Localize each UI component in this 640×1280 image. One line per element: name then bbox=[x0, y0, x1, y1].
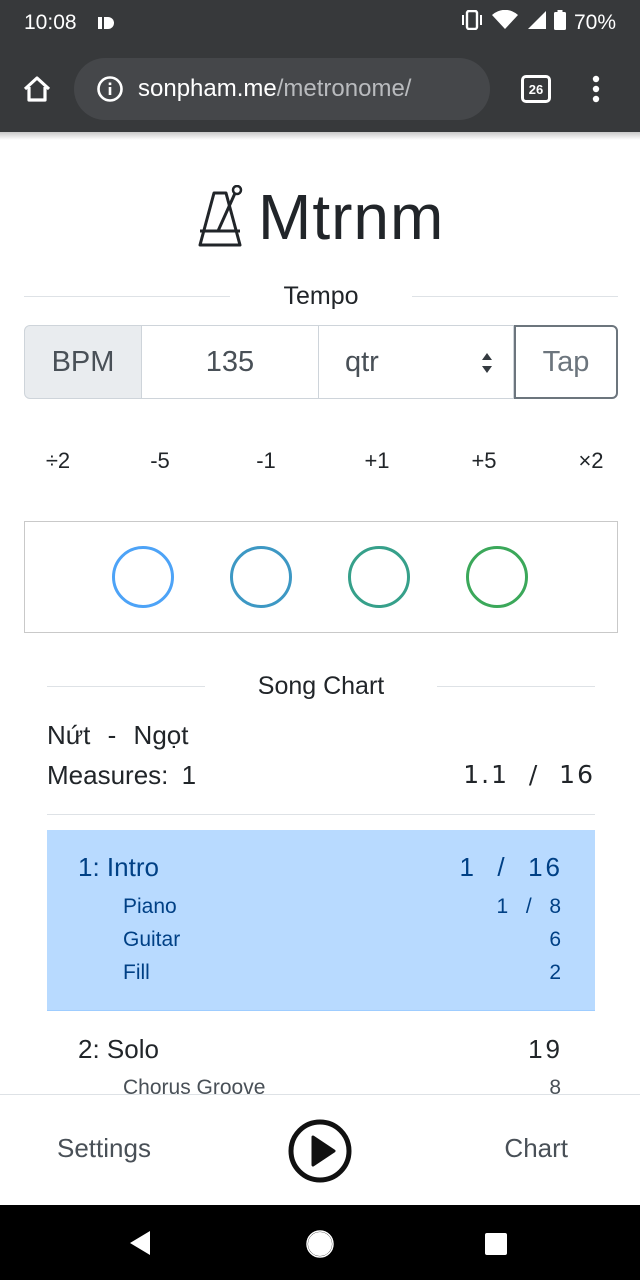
beat-indicator-4 bbox=[466, 546, 528, 608]
metronome-icon bbox=[198, 185, 243, 247]
beat-indicator-2 bbox=[230, 546, 292, 608]
vibrate-icon bbox=[460, 9, 484, 36]
song-separator: - bbox=[107, 720, 117, 750]
beat-indicator-panel bbox=[24, 521, 618, 633]
wifi-icon bbox=[491, 9, 518, 36]
back-icon[interactable] bbox=[128, 1230, 152, 1256]
chart-button[interactable]: Chart bbox=[504, 1133, 568, 1164]
measures-value: 1 bbox=[181, 760, 197, 790]
part-count: 1 / 8 bbox=[496, 895, 563, 918]
app-logo: Mtrnm bbox=[196, 180, 444, 254]
measures-row: Measures: 1 1.1 / 16 bbox=[47, 760, 595, 794]
recent-apps-icon[interactable] bbox=[484, 1232, 508, 1256]
play-button[interactable] bbox=[288, 1119, 352, 1183]
halve-tempo-button[interactable]: ÷2 bbox=[28, 444, 88, 478]
part-name: Fill bbox=[123, 961, 150, 984]
tempo-title: Tempo bbox=[283, 281, 359, 310]
section-header: 1: Intro 1 / 16 bbox=[78, 852, 563, 883]
tempo-adjust-row: ÷2 -5 -1 +1 +5 ×2 bbox=[0, 444, 640, 478]
section-header: 2: Solo 19 bbox=[78, 1034, 563, 1065]
select-arrows-icon bbox=[482, 353, 492, 373]
battery-icon bbox=[553, 10, 566, 36]
section-count: 1 / 16 bbox=[459, 852, 563, 882]
bottom-toolbar: Settings Chart bbox=[0, 1094, 640, 1205]
beat-indicator-1 bbox=[112, 546, 174, 608]
browser-toolbar: sonpham.me/metronome/ 26 bbox=[0, 46, 640, 132]
section-part: Piano 1 / 8 bbox=[123, 895, 563, 919]
section-part: Fill 2 bbox=[123, 961, 563, 985]
section-part: Chorus Groove 8 bbox=[123, 1076, 563, 1094]
part-count: 2 bbox=[549, 961, 563, 984]
status-bar: 10:08 70% bbox=[0, 0, 640, 46]
double-tempo-button[interactable]: ×2 bbox=[561, 444, 621, 478]
section-name: 2: Solo bbox=[78, 1034, 159, 1064]
song-chart-title: Song Chart bbox=[257, 671, 385, 700]
part-name: Chorus Groove bbox=[123, 1076, 266, 1094]
song-section-solo[interactable]: 2: Solo 19 Chorus Groove 8 bbox=[47, 1012, 595, 1094]
app-title: Mtrnm bbox=[258, 181, 445, 253]
section-count: 19 bbox=[528, 1034, 563, 1064]
minus-5-button[interactable]: -5 bbox=[130, 444, 190, 478]
section-name: 1: Intro bbox=[78, 852, 159, 882]
tab-count: 26 bbox=[521, 75, 551, 103]
note-value-text: qtr bbox=[345, 345, 379, 378]
battery-percent: 70% bbox=[573, 11, 616, 34]
tempo-input-group: BPM 135 qtr Tap bbox=[24, 325, 618, 399]
part-count: 8 bbox=[549, 1076, 563, 1094]
info-icon[interactable] bbox=[96, 75, 124, 103]
part-count: 6 bbox=[549, 928, 563, 951]
android-nav-bar bbox=[0, 1205, 640, 1280]
more-vert-icon bbox=[592, 75, 600, 103]
song-title-row: Nứt - Ngọt bbox=[47, 720, 595, 751]
part-name: Piano bbox=[123, 895, 177, 918]
tap-button[interactable]: Tap bbox=[514, 325, 618, 399]
divider bbox=[47, 814, 595, 815]
browser-menu-button[interactable] bbox=[576, 46, 616, 132]
bpm-input[interactable]: 135 bbox=[142, 325, 319, 399]
note-value-select[interactable]: qtr bbox=[319, 325, 514, 399]
measures-label: Measures: bbox=[47, 760, 169, 790]
plus-5-button[interactable]: +5 bbox=[454, 444, 514, 478]
play-icon bbox=[288, 1119, 352, 1183]
app-notification-icon bbox=[97, 15, 117, 31]
status-time: 10:08 bbox=[24, 11, 77, 34]
song-artist: Nứt bbox=[47, 720, 91, 750]
home-circle-icon[interactable] bbox=[306, 1230, 334, 1258]
song-position: 1.1 / 16 bbox=[463, 760, 595, 789]
part-name: Guitar bbox=[123, 928, 181, 951]
home-button[interactable] bbox=[0, 46, 74, 132]
minus-1-button[interactable]: -1 bbox=[236, 444, 296, 478]
beat-indicator-3 bbox=[348, 546, 410, 608]
bpm-label: BPM bbox=[24, 325, 142, 399]
song-section-intro[interactable]: 1: Intro 1 / 16 Piano 1 / 8 Guitar 6 Fil… bbox=[47, 830, 595, 1011]
tabs-button[interactable]: 26 bbox=[514, 46, 558, 132]
tempo-heading: Tempo bbox=[24, 278, 618, 314]
home-icon bbox=[23, 76, 51, 102]
url-path: /metronome/ bbox=[276, 75, 412, 102]
signal-icon bbox=[526, 10, 546, 36]
song-chart-heading: Song Chart bbox=[47, 668, 595, 704]
settings-button[interactable]: Settings bbox=[57, 1133, 151, 1164]
address-bar[interactable]: sonpham.me/metronome/ bbox=[74, 58, 490, 120]
page-content: Mtrnm Tempo BPM 135 qtr Tap ÷2 -5 -1 +1 … bbox=[0, 132, 640, 1094]
song-name: Ngọt bbox=[133, 720, 189, 750]
section-part: Guitar 6 bbox=[123, 928, 563, 952]
plus-1-button[interactable]: +1 bbox=[347, 444, 407, 478]
url-host: sonpham.me bbox=[138, 75, 277, 102]
